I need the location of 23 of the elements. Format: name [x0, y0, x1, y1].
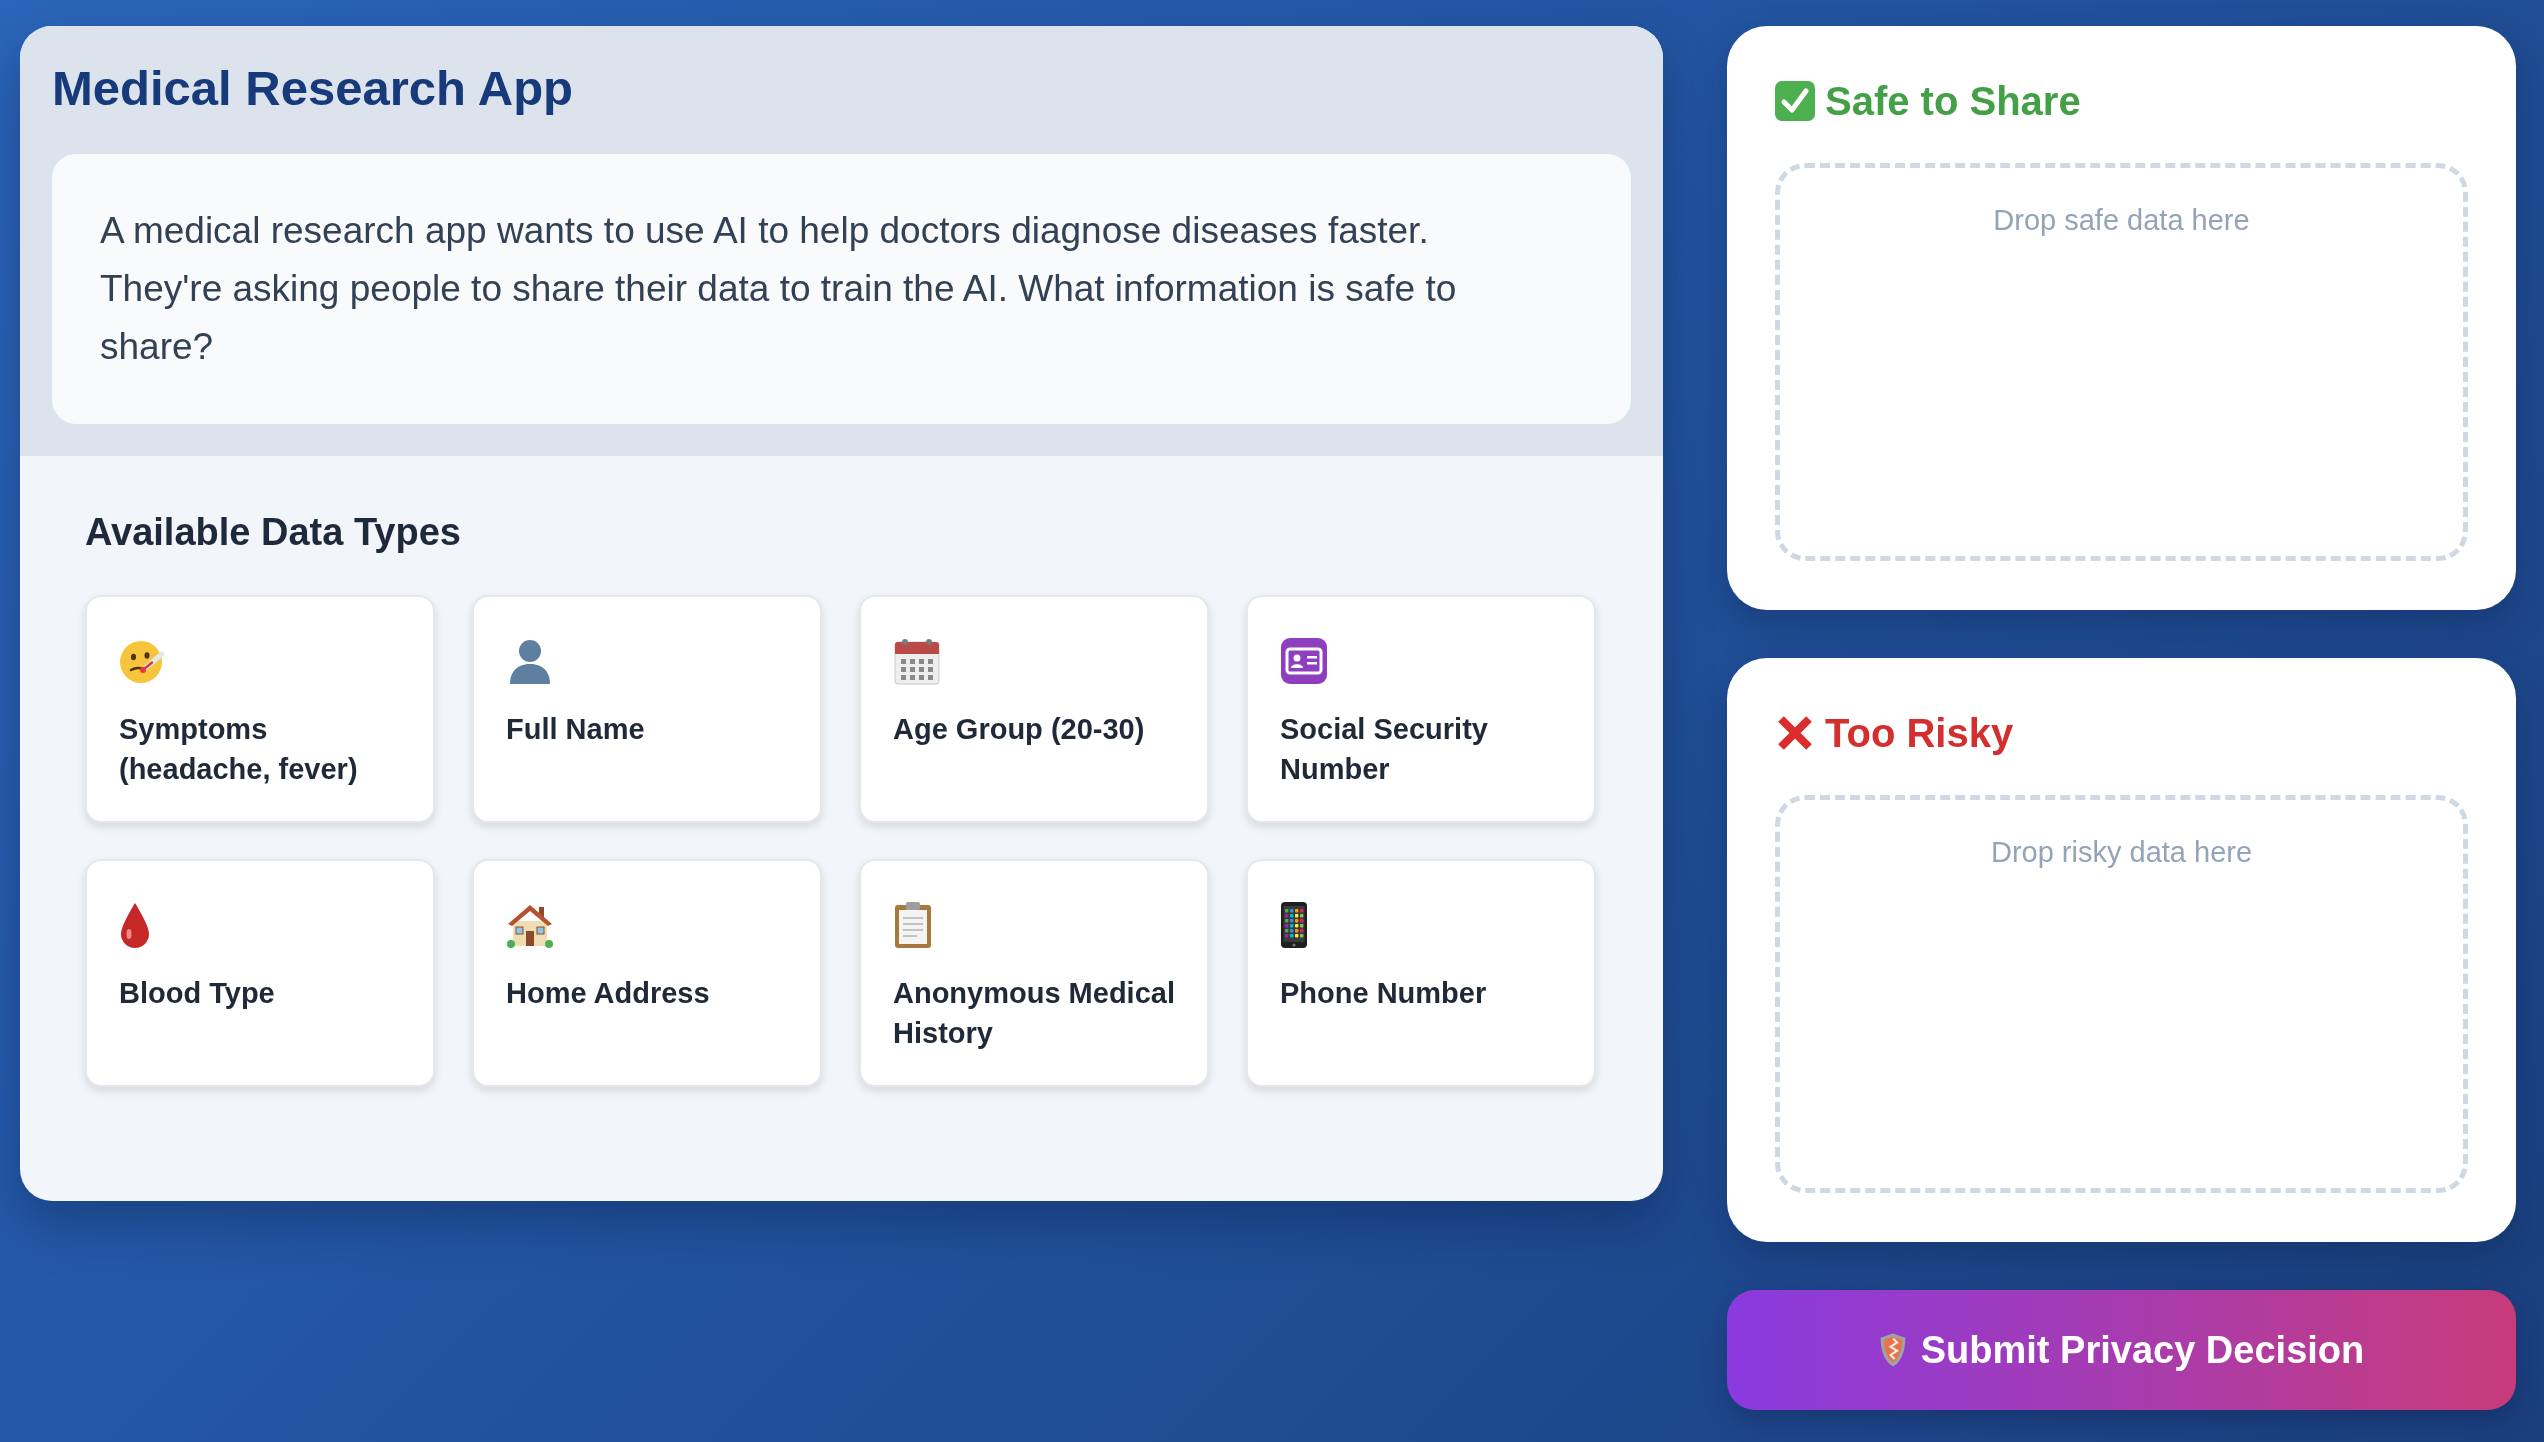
submit-button[interactable]: Submit Privacy Decision: [1727, 1290, 2516, 1410]
check-mark-icon: [1775, 81, 1815, 121]
drop-hint: Drop risky data here: [1990, 835, 2253, 870]
mobile-phone-icon: [1280, 901, 1308, 949]
section-heading: Available Data Types: [85, 510, 462, 555]
data-type-card[interactable]: Blood Type: [85, 859, 435, 1087]
blood-drop-icon: [119, 901, 151, 949]
drop-hint: Drop safe data here: [1993, 203, 2250, 238]
app-title: Medical Research App: [52, 60, 575, 117]
id-card-icon: [1280, 637, 1328, 685]
data-type-card[interactable]: Phone Number: [1246, 859, 1596, 1087]
data-type-card[interactable]: Social Security Number: [1246, 595, 1596, 823]
data-type-card[interactable]: Symptoms (headache, fever): [85, 595, 435, 823]
data-type-card[interactable]: Full Name: [472, 595, 822, 823]
data-type-card[interactable]: Home Address: [472, 859, 822, 1087]
data-type-card[interactable]: Age Group (20-30): [859, 595, 1209, 823]
shield-icon: [1878, 1331, 1907, 1369]
zone-title: Too Risky: [1825, 710, 2014, 757]
clipboard-icon: [893, 901, 933, 949]
data-type-card[interactable]: Anonymous Medical History: [859, 859, 1209, 1087]
calendar-icon: [893, 637, 941, 685]
scenario-description: A medical research app wants to use AI to help doctors diagnose diseases faster. They're asking people to share their data to train the AI. What information is safe to share?: [52, 154, 1631, 424]
zone-title: Safe to Share: [1825, 78, 2081, 125]
